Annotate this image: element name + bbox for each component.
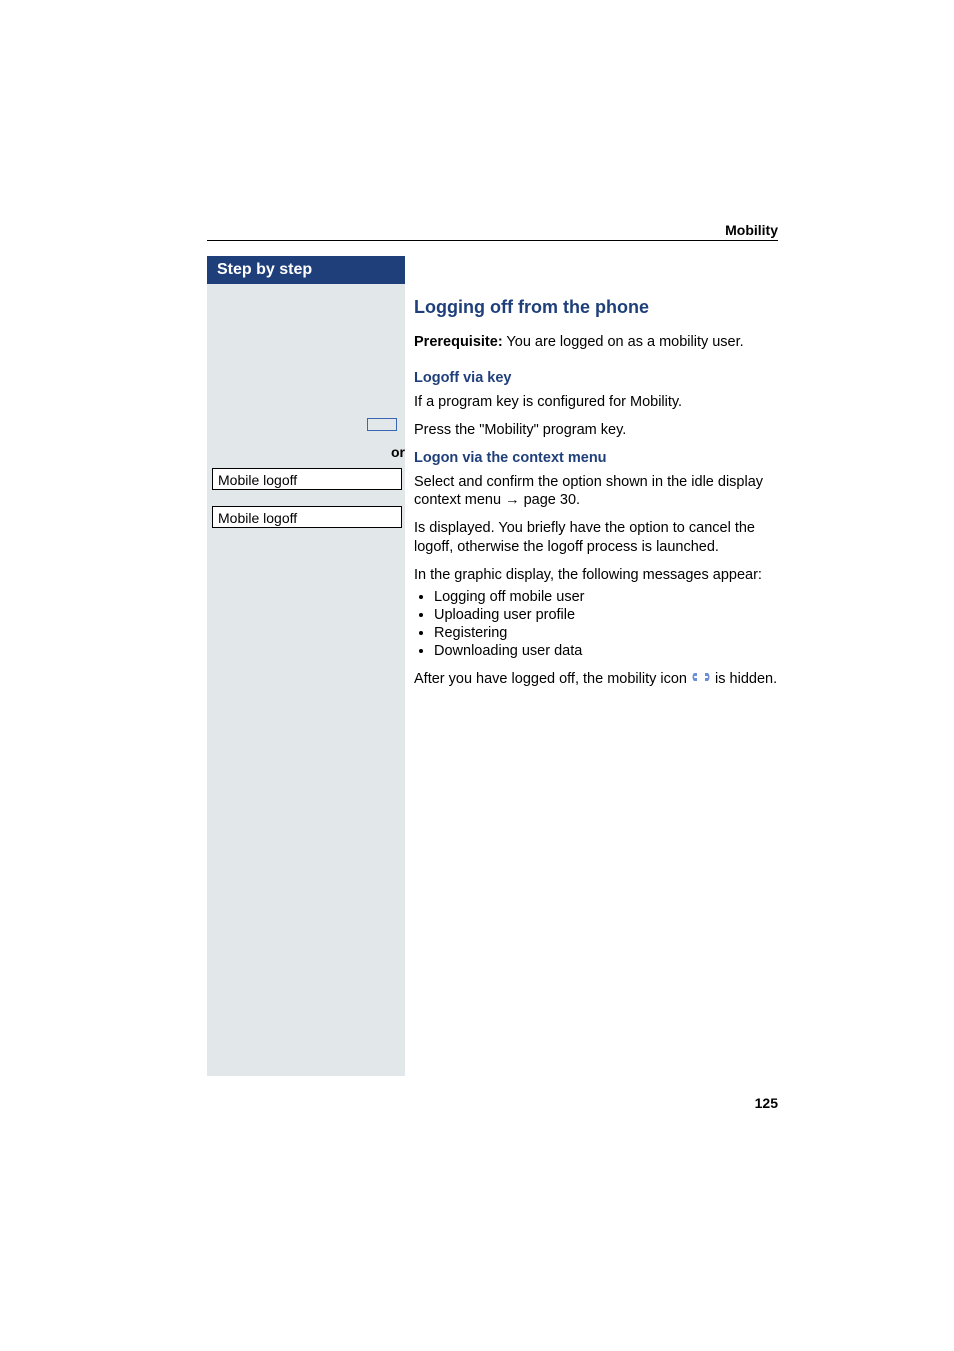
subheading-logon-context-menu: Logon via the context menu xyxy=(414,449,779,467)
prerequisite-label: Prerequisite: xyxy=(414,334,503,350)
select-confirm-pre: Select and confirm the option shown in t… xyxy=(414,474,763,508)
mobility-icon xyxy=(691,670,711,688)
page-ref: page 30. xyxy=(520,492,580,508)
list-item: Downloading user data xyxy=(434,642,779,660)
press-mobility-key-text: Press the "Mobility" program key. xyxy=(414,421,779,439)
after-logoff-post: is hidden. xyxy=(715,671,777,687)
menu-option-mobile-logoff-confirm: Mobile logoff xyxy=(212,506,402,528)
list-item: Logging off mobile user xyxy=(434,588,779,606)
messages-list: Logging off mobile user Uploading user p… xyxy=(414,588,779,661)
is-displayed-text: Is displayed. You briefly have the optio… xyxy=(414,519,779,555)
list-item: Uploading user profile xyxy=(434,606,779,624)
select-confirm-text: Select and confirm the option shown in t… xyxy=(414,473,779,509)
content-area: Logging off from the phone Prerequisite:… xyxy=(414,296,779,698)
sidebar-title: Step by step xyxy=(207,256,405,284)
graphic-display-intro: In the graphic display, the following me… xyxy=(414,566,779,584)
logoff-via-key-text: If a program key is configured for Mobil… xyxy=(414,393,779,411)
after-logoff-text: After you have logged off, the mobility … xyxy=(414,670,779,688)
menu-option-mobile-logoff: Mobile logoff xyxy=(212,468,402,490)
program-key-icon xyxy=(367,418,397,431)
arrow-icon: → xyxy=(505,492,520,508)
header-section-label: Mobility xyxy=(725,222,778,238)
prerequisite-text: You are logged on as a mobility user. xyxy=(503,334,744,350)
subheading-logoff-via-key: Logoff via key xyxy=(414,369,779,387)
or-label: or xyxy=(380,444,405,460)
header-rule xyxy=(207,240,778,241)
page-number: 125 xyxy=(755,1095,778,1111)
list-item: Registering xyxy=(434,624,779,642)
after-logoff-pre: After you have logged off, the mobility … xyxy=(414,671,691,687)
heading-logging-off: Logging off from the phone xyxy=(414,296,779,319)
prerequisite-line: Prerequisite: You are logged on as a mob… xyxy=(414,333,779,351)
sidebar-background xyxy=(207,256,405,1076)
